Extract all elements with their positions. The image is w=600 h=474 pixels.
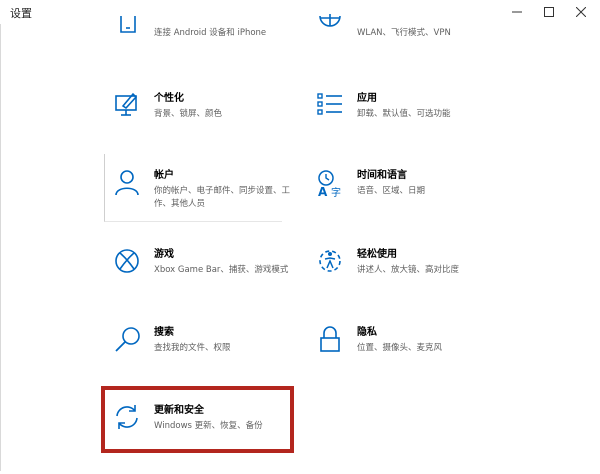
highlight-annotation-box [101, 386, 294, 453]
tile-title: 游戏 [154, 249, 174, 260]
maximize-button[interactable] [532, 0, 566, 24]
title-bar: 设置 [0, 0, 600, 24]
close-button[interactable] [564, 0, 598, 24]
minimize-icon [512, 11, 522, 13]
tile-title: 时间和语言 [357, 170, 407, 181]
tile-title: 搜索 [154, 327, 174, 338]
svg-text:A: A [318, 185, 328, 199]
phone-icon [120, 16, 136, 33]
tile-title: 帐户 [154, 170, 174, 181]
tile-privacy[interactable]: 隐私 位置、摄像头、麦克风 [317, 326, 487, 396]
tile-time-language[interactable]: A 字 时间和语言 语音、区域、日期 [317, 169, 487, 239]
account-icon [114, 169, 144, 199]
phone-tile-desc: 连接 Android 设备和 iPhone [154, 28, 267, 38]
tile-apps[interactable]: 应用 卸载、默认值、可选功能 [317, 92, 487, 162]
window-title: 设置 [10, 7, 32, 20]
tile-title: 应用 [357, 93, 377, 104]
tile-title: 轻松使用 [357, 249, 397, 260]
lock-icon [317, 326, 347, 356]
globe-icon [319, 14, 341, 27]
tile-title: 个性化 [154, 93, 184, 104]
personalization-icon [114, 92, 144, 122]
tile-desc: 卸载、默认值、可选功能 [357, 109, 451, 119]
window-border [0, 24, 1, 471]
tile-desc: 讲述人、放大镜、高对比度 [357, 265, 460, 275]
svg-text:字: 字 [331, 186, 341, 199]
tile-personalization[interactable]: 个性化 背景、锁屏、颜色 [114, 92, 284, 162]
tile-title: 隐私 [357, 327, 377, 338]
tile-desc: 位置、摄像头、麦克风 [357, 343, 443, 353]
close-icon [576, 7, 586, 17]
ease-of-access-icon [317, 248, 347, 278]
xbox-icon [114, 248, 144, 278]
tile-gaming[interactable]: 游戏 Xbox Game Bar、捕获、游戏模式 [114, 248, 288, 318]
network-tile-desc: WLAN、飞行模式、VPN [357, 28, 451, 38]
tile-desc: 你的帐户、电子邮件、同步设置、工作、其他人员 [154, 186, 291, 209]
maximize-icon [544, 7, 554, 17]
apps-icon [317, 92, 347, 122]
tile-desc: 背景、锁屏、颜色 [154, 109, 223, 119]
tile-desc: 语音、区域、日期 [357, 186, 426, 196]
tile-ease-of-access[interactable]: 轻松使用 讲述人、放大镜、高对比度 [317, 248, 487, 318]
time-language-icon: A 字 [317, 169, 347, 199]
search-icon [114, 326, 144, 356]
tile-accounts[interactable]: 帐户 你的帐户、电子邮件、同步设置、工作、其他人员 [114, 169, 290, 239]
tile-desc: 查找我的文件、权限 [154, 343, 231, 353]
minimize-button[interactable] [500, 0, 534, 24]
tile-desc: Xbox Game Bar、捕获、游戏模式 [154, 265, 289, 275]
